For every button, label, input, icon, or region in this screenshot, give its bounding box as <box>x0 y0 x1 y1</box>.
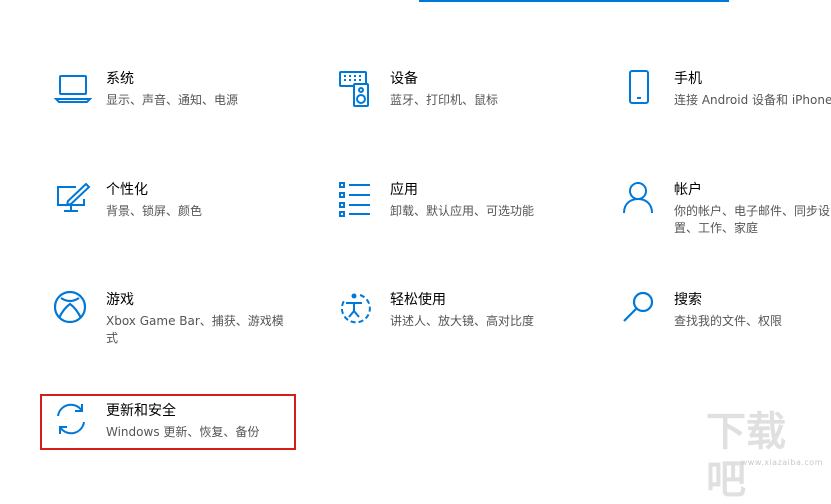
tile-title: 设备 <box>390 71 418 87</box>
tile-description: 你的帐户、电子邮件、同步设置、工作、家庭 <box>674 204 831 235</box>
pen-screen-icon <box>54 181 92 219</box>
tile-accounts[interactable]: 帐户 你的帐户、电子邮件、同步设置、工作、家庭 <box>622 181 831 241</box>
tile-title: 游戏 <box>106 292 134 308</box>
highlight-box <box>40 394 296 450</box>
tile-title: 系统 <box>106 71 134 87</box>
tile-title: 手机 <box>674 71 702 87</box>
top-accent-bar <box>419 0 729 2</box>
tile-title: 应用 <box>390 182 418 198</box>
tile-title: 搜索 <box>674 292 702 308</box>
tile-apps[interactable]: 应用 卸载、默认应用、可选功能 <box>338 181 568 241</box>
keyboard-speaker-icon <box>338 70 376 108</box>
search-icon <box>622 291 660 329</box>
phone-icon <box>622 70 660 108</box>
tile-description: 显示、声音、通知、电源 <box>106 93 239 107</box>
tile-ease-of-access[interactable]: 轻松使用 讲述人、放大镜、高对比度 <box>338 291 568 351</box>
tile-description: 卸载、默认应用、可选功能 <box>390 204 535 218</box>
xbox-icon <box>54 291 92 329</box>
tile-system[interactable]: 系统 显示、声音、通知、电源 <box>54 70 284 130</box>
tile-gaming[interactable]: 游戏 Xbox Game Bar、捕获、游戏模式 <box>54 291 284 351</box>
tile-title: 帐户 <box>674 182 702 198</box>
watermark-logo: 下载吧 <box>706 409 786 503</box>
tile-description: 蓝牙、打印机、鼠标 <box>390 93 499 107</box>
tile-description: 连接 Android 设备和 iPhone <box>674 93 831 107</box>
tile-title: 个性化 <box>106 182 148 198</box>
watermark: 下载吧 www.xiazaiba.com <box>706 408 831 503</box>
watermark-url: www.xiazaiba.com <box>740 458 823 467</box>
tile-description: 讲述人、放大镜、高对比度 <box>390 314 535 328</box>
tile-search[interactable]: 搜索 查找我的文件、权限 <box>622 291 831 351</box>
tile-title: 轻松使用 <box>390 292 446 308</box>
tile-phone[interactable]: 手机 连接 Android 设备和 iPhone <box>622 70 831 130</box>
tile-personalization[interactable]: 个性化 背景、锁屏、颜色 <box>54 181 284 241</box>
tile-devices[interactable]: 设备 蓝牙、打印机、鼠标 <box>338 70 568 130</box>
tile-description: Xbox Game Bar、捕获、游戏模式 <box>106 314 284 345</box>
apps-list-icon <box>338 181 376 219</box>
tile-description: 背景、锁屏、颜色 <box>106 204 203 218</box>
ease-of-access-icon <box>338 291 376 329</box>
tile-description: 查找我的文件、权限 <box>674 314 783 328</box>
laptop-icon <box>54 70 92 108</box>
person-icon <box>622 181 660 219</box>
